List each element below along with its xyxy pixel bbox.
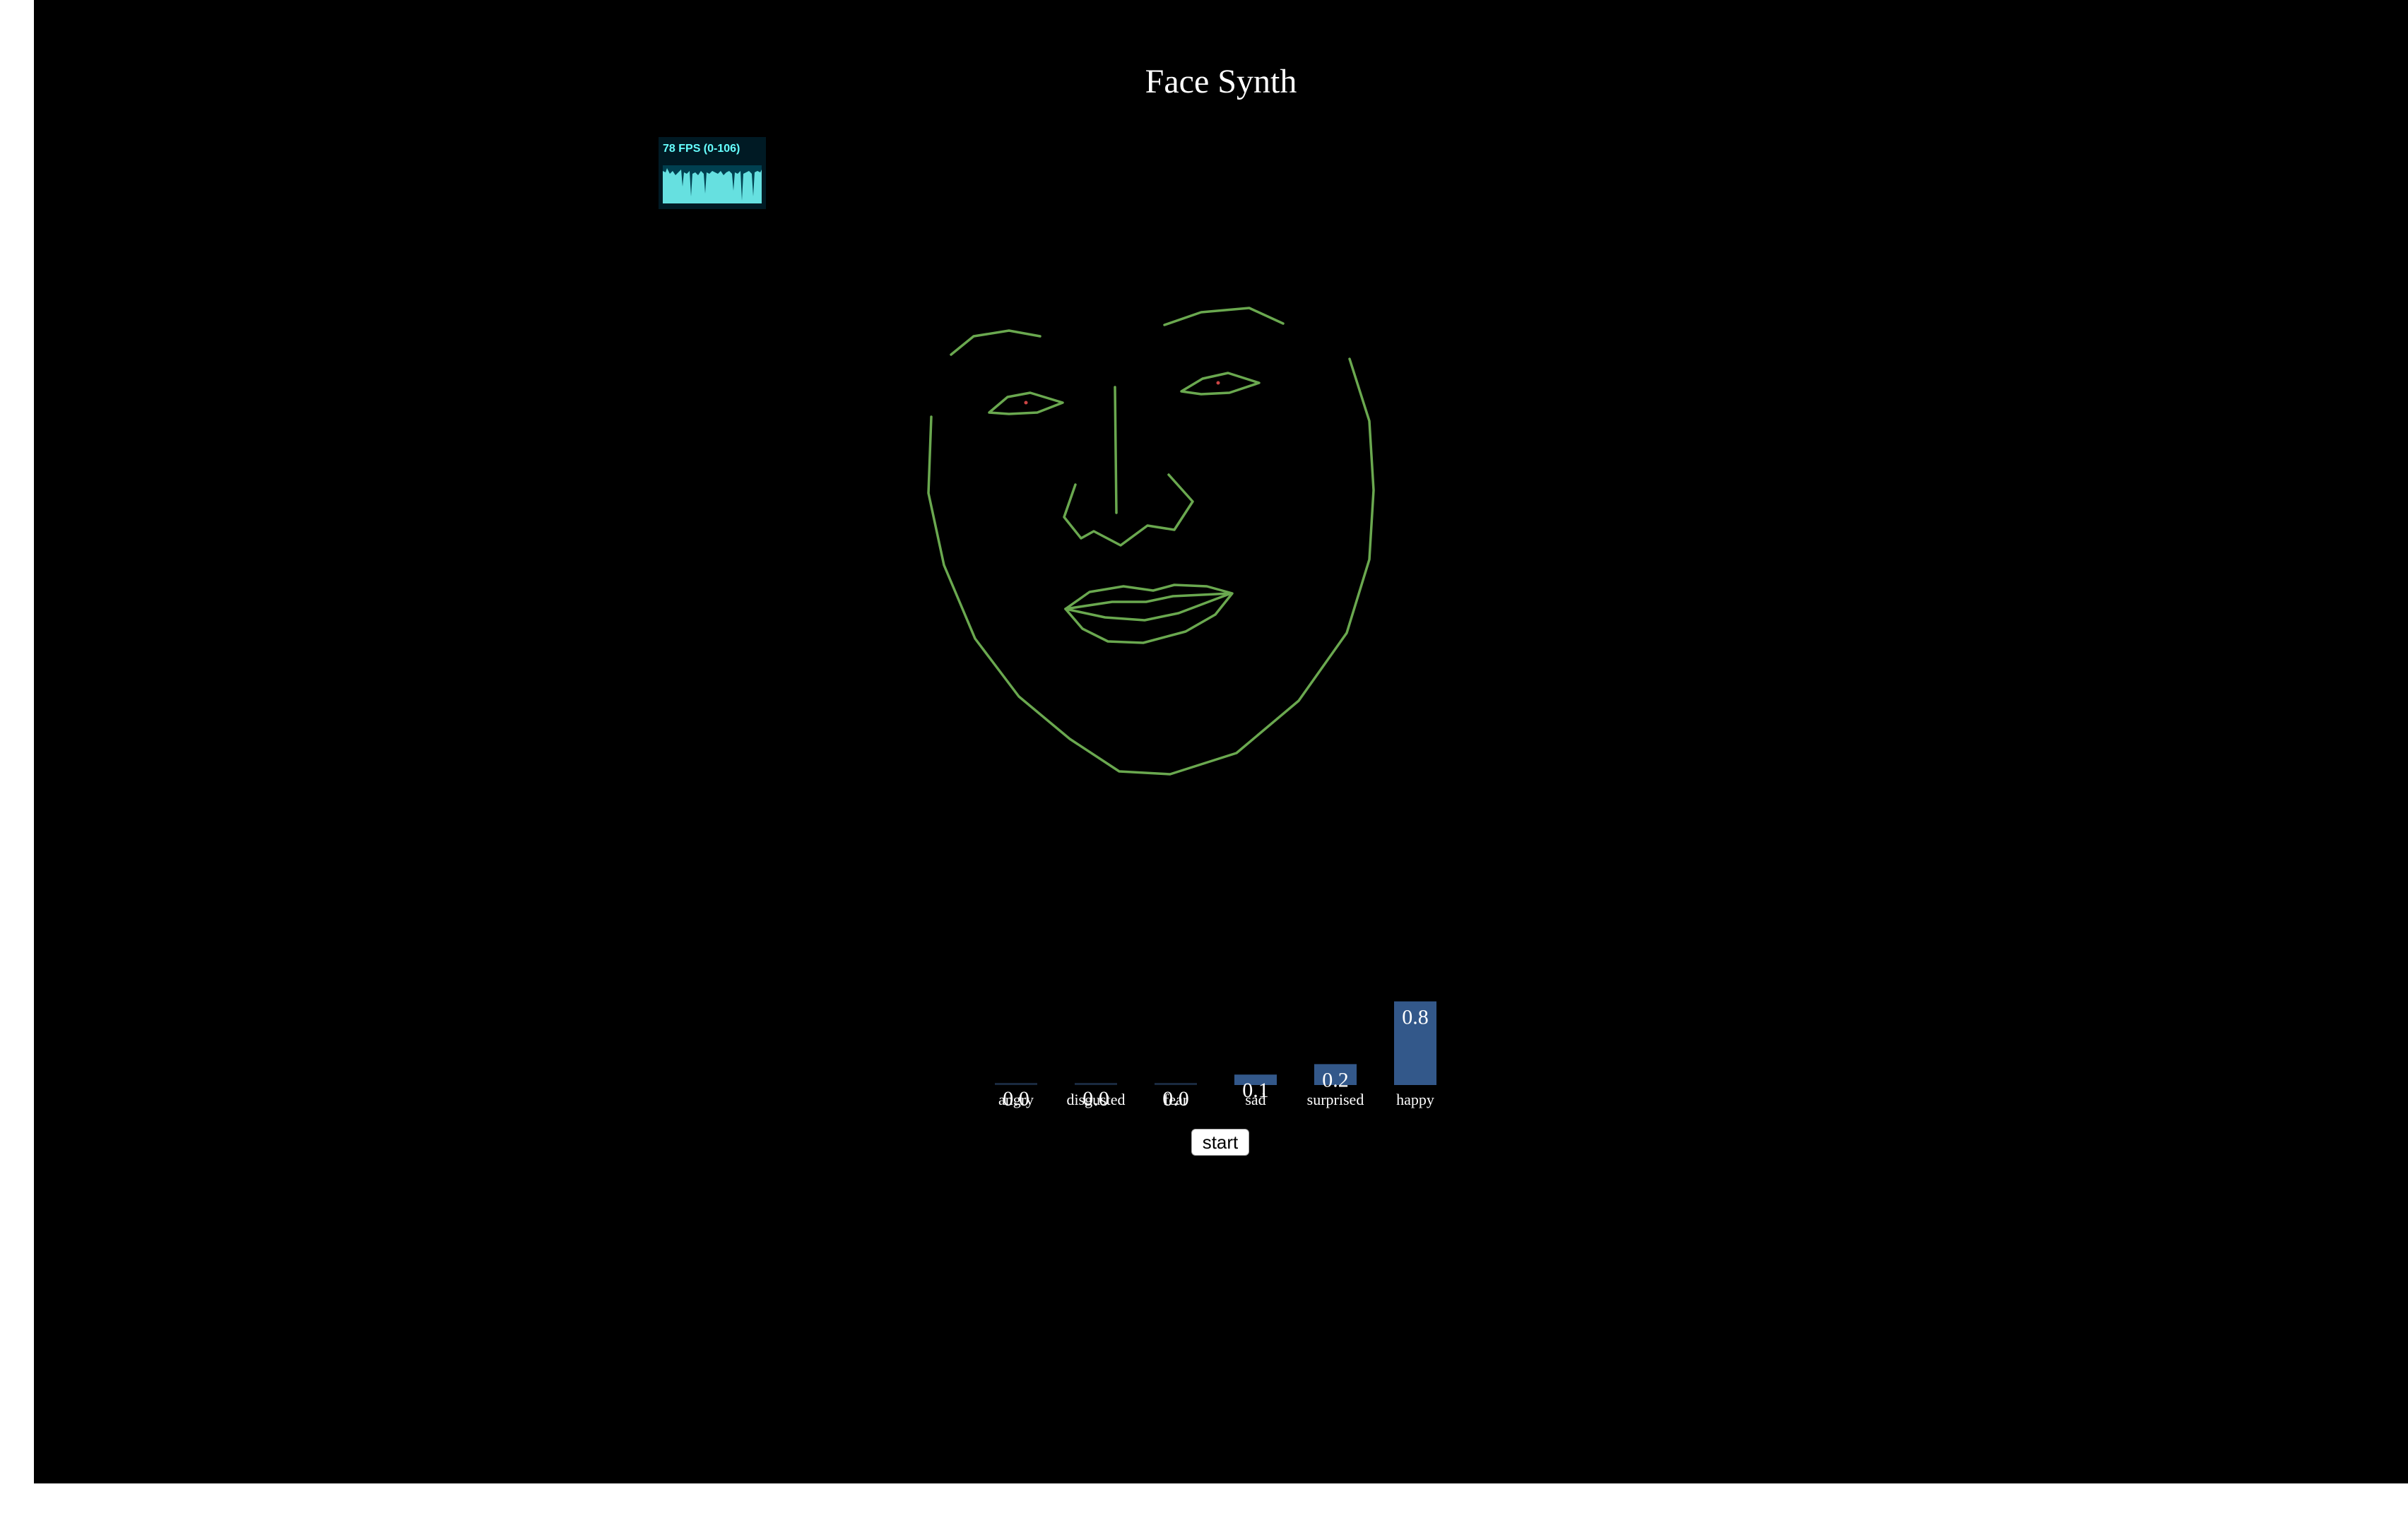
bar-disgusted: [1075, 1083, 1117, 1085]
bar-category-label: surprised: [1307, 1091, 1364, 1108]
emotion-bar-chart: 0.0angry 0.0disgusted 0.0fear 0.1sad0.2surp…: [995, 1001, 1436, 1110]
bar-value-label: 0.2: [1322, 1068, 1349, 1091]
start-button[interactable]: start: [1191, 1129, 1249, 1156]
bar-angry: [995, 1083, 1037, 1085]
bar-value-label: 0.8: [1402, 1006, 1429, 1029]
app-canvas: Face Synth 78 FPS (0-106) 0.0 angry 0.0 dis…: [34, 0, 2408, 1483]
bar-category-label: happy: [1396, 1091, 1434, 1108]
bar-category-label: disgusted: [1066, 1091, 1125, 1108]
bar-category-label: sad: [1245, 1091, 1265, 1108]
bar-fear: [1155, 1083, 1197, 1085]
bar-category-label: angry: [998, 1091, 1034, 1108]
bar-category-label: fear: [1164, 1091, 1188, 1108]
